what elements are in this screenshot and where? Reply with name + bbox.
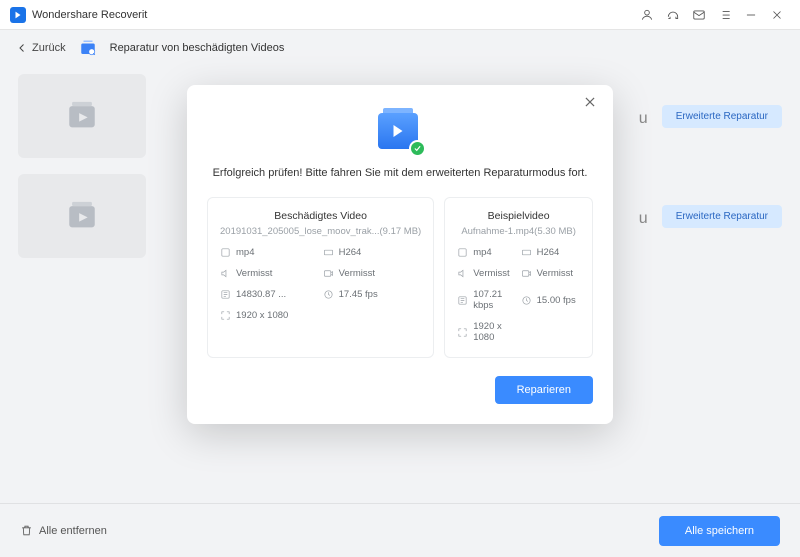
close-window-icon[interactable] bbox=[764, 2, 790, 28]
back-label: Zurück bbox=[32, 42, 66, 54]
modal-success-icon bbox=[378, 113, 422, 153]
advanced-repair-button[interactable]: Erweiterte Reparatur bbox=[662, 105, 782, 128]
video-thumbnail[interactable] bbox=[18, 74, 146, 158]
app-logo-icon bbox=[10, 7, 26, 23]
account-icon[interactable] bbox=[634, 2, 660, 28]
remove-all-label: Alle entfernen bbox=[39, 525, 107, 537]
card-title: Beispielvideo bbox=[457, 210, 580, 222]
check-icon bbox=[409, 140, 426, 157]
close-modal-button[interactable] bbox=[583, 95, 601, 113]
list-icon[interactable] bbox=[712, 2, 738, 28]
prop-bitrate: 107.21 kbps bbox=[457, 289, 516, 311]
card-title: Beschädigtes Video bbox=[220, 210, 421, 222]
prop-codec: H264 bbox=[521, 247, 580, 258]
video-repair-icon bbox=[78, 38, 98, 58]
prop-fps: 17.45 fps bbox=[323, 289, 422, 300]
prop-remark: Vermisst bbox=[521, 268, 580, 279]
prop-resolution: 1920 x 1080 bbox=[220, 310, 319, 321]
footer: Alle entfernen Alle speichern bbox=[0, 503, 800, 557]
preview-status-icon: u bbox=[639, 110, 652, 123]
prop-fps: 15.00 fps bbox=[521, 289, 580, 311]
prop-remark: Vermisst bbox=[323, 268, 422, 279]
sample-filename: Aufnahme-1.mp4(5.30 MB) bbox=[457, 226, 580, 237]
prop-bitrate: 14830.87 ... bbox=[220, 289, 319, 300]
prop-audio: Vermisst bbox=[220, 268, 319, 279]
minimize-icon[interactable] bbox=[738, 2, 764, 28]
prop-codec: H264 bbox=[323, 247, 422, 258]
preview-status-icon: u bbox=[639, 210, 652, 223]
damaged-video-card: Beschädigtes Video 20191031_205005_lose_… bbox=[207, 197, 434, 358]
page-title: Reparatur von beschädigten Videos bbox=[110, 42, 285, 54]
advanced-repair-button[interactable]: Erweiterte Reparatur bbox=[662, 205, 782, 228]
prop-format: mp4 bbox=[220, 247, 319, 258]
sample-video-card: Beispielvideo Aufnahme-1.mp4(5.30 MB) mp… bbox=[444, 197, 593, 358]
mail-icon[interactable] bbox=[686, 2, 712, 28]
titlebar: Wondershare Recoverit bbox=[0, 0, 800, 30]
prop-resolution: 1920 x 1080 bbox=[457, 321, 516, 343]
remove-all-button[interactable]: Alle entfernen bbox=[20, 524, 107, 537]
damaged-filename: 20191031_205005_lose_moov_trak...(9.17 M… bbox=[220, 226, 421, 237]
save-all-button[interactable]: Alle speichern bbox=[659, 516, 780, 546]
back-button[interactable]: Zurück bbox=[16, 42, 66, 54]
prop-format: mp4 bbox=[457, 247, 516, 258]
app-title: Wondershare Recoverit bbox=[32, 9, 147, 21]
page-toolbar: Zurück Reparatur von beschädigten Videos bbox=[0, 30, 800, 66]
repair-button[interactable]: Reparieren bbox=[495, 376, 593, 404]
video-thumbnail[interactable] bbox=[18, 174, 146, 258]
support-icon[interactable] bbox=[660, 2, 686, 28]
prop-audio: Vermisst bbox=[457, 268, 516, 279]
modal-message: Erfolgreich prüfen! Bitte fahren Sie mit… bbox=[207, 167, 593, 179]
advanced-repair-modal: Erfolgreich prüfen! Bitte fahren Sie mit… bbox=[187, 85, 613, 424]
